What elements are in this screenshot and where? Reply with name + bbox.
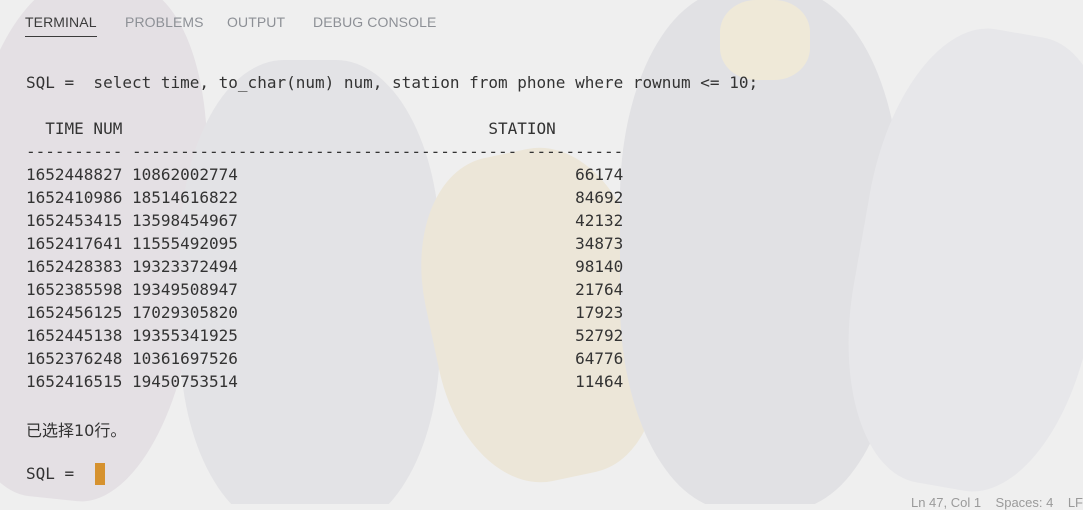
table-row: 1652428383 19323372494 98140 [26, 257, 624, 276]
sql-command-line: SQL = select time, to_char(num) num, sta… [26, 73, 759, 92]
panel-tab-bar: TERMINAL PROBLEMS OUTPUT DEBUG CONSOLE [0, 0, 1083, 46]
indentation-setting[interactable]: Spaces: 4 [996, 495, 1054, 510]
tab-debug-console[interactable]: DEBUG CONSOLE [313, 14, 436, 30]
table-row: 1652376248 10361697526 64776 [26, 349, 624, 368]
table-row: 1652410986 18514616822 84692 [26, 188, 624, 207]
result-header: TIME NUM STATION [26, 119, 556, 138]
table-row: 1652445138 19355341925 52792 [26, 326, 624, 345]
terminal-cursor [95, 463, 105, 485]
result-message: 已选择10行。 [26, 421, 127, 440]
line-ending[interactable]: LF [1068, 495, 1083, 510]
cursor-position[interactable]: Ln 47, Col 1 [911, 495, 981, 510]
table-row: 1652448827 10862002774 66174 [26, 165, 624, 184]
table-row: 1652385598 19349508947 21764 [26, 280, 624, 299]
table-row: 1652416515 19450753514 11464 [26, 372, 624, 391]
status-bar: Ln 47, Col 1 Spaces: 4 LF [911, 495, 1083, 510]
tab-problems[interactable]: PROBLEMS [125, 14, 204, 30]
terminal-output[interactable]: SQL = select time, to_char(num) num, sta… [26, 0, 758, 483]
table-row: 1652456125 17029305820 17923 [26, 303, 624, 322]
table-row: 1652453415 13598454967 42132 [26, 211, 624, 230]
sql-prompt: SQL = [26, 464, 84, 483]
result-separator: ---------- -----------------------------… [26, 142, 624, 161]
tab-output[interactable]: OUTPUT [227, 14, 285, 30]
table-row: 1652417641 11555492095 34873 [26, 234, 624, 253]
